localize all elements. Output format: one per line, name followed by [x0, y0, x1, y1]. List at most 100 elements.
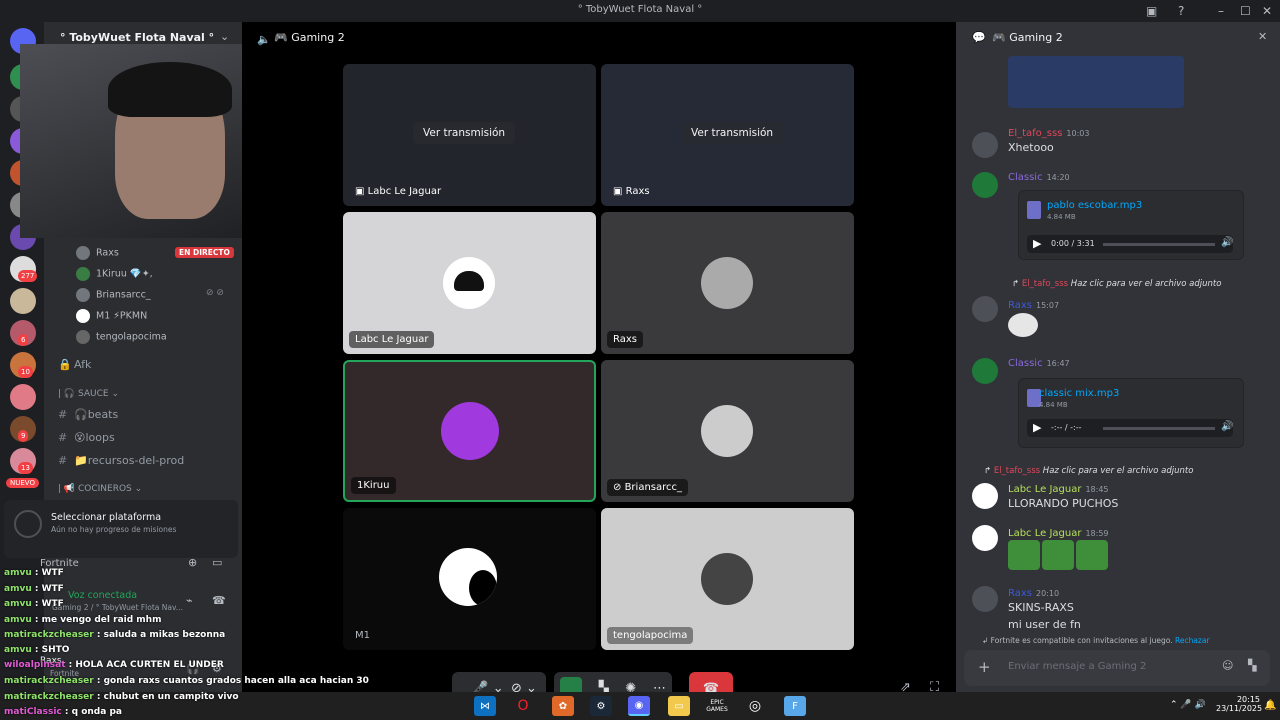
- username[interactable]: Labc Le Jaguar: [1008, 484, 1081, 495]
- play-icon[interactable]: ▶: [1033, 237, 1041, 250]
- lock-icon: 🔒: [58, 358, 72, 371]
- audio-seek[interactable]: [1103, 243, 1215, 246]
- pepe-emoji: [1008, 540, 1040, 570]
- participant-tile[interactable]: ⊘ Briansarcc_: [601, 360, 854, 502]
- fortnite-icon[interactable]: F: [784, 696, 806, 716]
- opera-icon[interactable]: O: [512, 696, 534, 716]
- steam-icon[interactable]: ⚙: [590, 696, 612, 716]
- file-size: 4.84 MB: [1047, 213, 1076, 221]
- participant-tile[interactable]: Raxs: [601, 212, 854, 354]
- username[interactable]: Classic: [1008, 358, 1043, 369]
- invite-notice: ↲ Fortnite es compatible con invitacione…: [982, 636, 1210, 645]
- hair: [108, 62, 232, 117]
- volume-icon[interactable]: 🔊: [1221, 421, 1233, 432]
- discord-icon[interactable]: ◉: [628, 696, 650, 716]
- troll-emoji: [1008, 313, 1038, 337]
- inbox-icon[interactable]: ▣: [1146, 4, 1157, 18]
- avatar: [972, 586, 998, 612]
- participant-tile[interactable]: M1: [343, 508, 596, 650]
- participant-tile[interactable]: Labc Le Jaguar: [343, 212, 596, 354]
- reply-preview[interactable]: ↱ El_tafo_sss Haz clic para ver el archi…: [984, 466, 1193, 476]
- username[interactable]: Raxs: [1008, 300, 1032, 311]
- clock[interactable]: 20:15 23/11/2025: [1216, 695, 1262, 713]
- voice-user[interactable]: tengolapocima: [76, 330, 167, 344]
- stream-label: ▣ Labc Le Jaguar: [355, 186, 442, 197]
- play-icon[interactable]: ▶: [1033, 421, 1041, 434]
- category-sauce[interactable]: | 🎧 SAUCE ⌄: [58, 389, 119, 399]
- watch-stream-button[interactable]: Ver transmisión: [413, 122, 516, 144]
- screen-icon[interactable]: ▭: [212, 556, 222, 569]
- avatar: [972, 525, 998, 551]
- voice-user[interactable]: 1Kiruu 💎✦,: [76, 267, 153, 281]
- fl-studio-icon[interactable]: ✿: [552, 696, 574, 716]
- volume-icon[interactable]: 🔊: [1221, 237, 1233, 248]
- audio-attachment: pablo escobar.mp3 4.84 MB ▶ 0:00 / 3:31 …: [1018, 190, 1244, 260]
- audio-time: 0:00 / 3:31: [1051, 239, 1095, 248]
- add-user-icon[interactable]: ⊕: [188, 556, 197, 569]
- category-cocineros[interactable]: | 📢 COCINEROS ⌄: [58, 484, 142, 494]
- maximize-button[interactable]: ☐: [1240, 4, 1251, 18]
- audio-seek[interactable]: [1103, 427, 1215, 430]
- tray-icons[interactable]: ⌃ 🎤 🔊: [1170, 700, 1206, 710]
- add-icon[interactable]: +: [978, 658, 991, 676]
- channel-loops[interactable]: # 😵loops: [58, 431, 115, 444]
- participant-name: M1: [355, 630, 370, 641]
- file-icon: [1027, 201, 1041, 219]
- voice-user[interactable]: Briansarcc_: [76, 288, 151, 302]
- watch-stream-button[interactable]: Ver transmisión: [681, 122, 784, 144]
- username[interactable]: El_tafo_sss: [1008, 128, 1062, 139]
- reply-preview[interactable]: ↱ El_tafo_sss Haz clic para ver el archi…: [1012, 279, 1221, 289]
- server-icon[interactable]: [10, 384, 36, 410]
- stream-chat-line: wiloalpinsat : HOLA ACA CURTEN EL UNDER: [4, 660, 224, 670]
- message-text: mi user de fn: [1008, 618, 1081, 631]
- participant-tile[interactable]: 1Kiruu: [343, 360, 596, 502]
- file-name[interactable]: pablo escobar.mp3: [1047, 200, 1142, 211]
- username[interactable]: Classic: [1008, 172, 1043, 183]
- stream-tile[interactable]: Ver transmisión ▣ Raxs: [601, 64, 854, 206]
- stream-chat-line: amvu : me vengo del raid mhm: [4, 615, 162, 625]
- speaker-icon: 🔈: [257, 33, 271, 46]
- voice-subtitle: Gaming 2 / ° TobyWuet Flota Nav...: [52, 603, 183, 612]
- username[interactable]: Labc Le Jaguar: [1008, 528, 1081, 539]
- stream-chat-line: amvu : SHTO: [4, 645, 70, 655]
- file-name[interactable]: classic mix.mp3: [1039, 388, 1119, 399]
- message-text: SKINS-RAXS: [1008, 601, 1074, 614]
- reject-link[interactable]: Rechazar: [1175, 636, 1210, 645]
- stream-label: ▣ Raxs: [613, 186, 650, 197]
- image-attachment[interactable]: [1008, 56, 1184, 108]
- avatar: [972, 358, 998, 384]
- obs-icon[interactable]: ◎: [744, 696, 766, 716]
- stream-tile[interactable]: Ver transmisión ▣ Labc Le Jaguar: [343, 64, 596, 206]
- live-badge: EN DIRECTO: [175, 247, 234, 258]
- chat-panel: 💬 🎮 Gaming 2 ✕ El_tafo_sss 10:03 Xhetooo …: [956, 22, 1280, 692]
- channel-afk[interactable]: 🔒 Afk: [58, 358, 91, 371]
- voice-user[interactable]: M1 ⚡PKMN: [76, 309, 147, 323]
- chevron-down-icon[interactable]: ⌄: [220, 30, 229, 43]
- apps-icon[interactable]: ▚: [1248, 659, 1256, 672]
- close-icon[interactable]: ✕: [1258, 30, 1267, 43]
- message-composer: + Enviar mensaje a Gaming 2 ☺ ▚: [964, 650, 1270, 686]
- quest-panel[interactable]: Seleccionar plataforma Aún no hay progre…: [4, 500, 238, 558]
- message-input[interactable]: Enviar mensaje a Gaming 2: [1008, 661, 1146, 672]
- voice-user[interactable]: Raxs: [76, 246, 119, 260]
- server-icon[interactable]: [10, 288, 36, 314]
- server-name[interactable]: ° TobyWuet Flota Naval °: [60, 31, 214, 44]
- disconnect-icon[interactable]: ☎: [212, 594, 226, 607]
- participant-tile[interactable]: tengolapocima: [601, 508, 854, 650]
- channel-recursos[interactable]: # 📁recursos-del-prod: [58, 454, 184, 467]
- folder-icon[interactable]: ▭: [668, 696, 690, 716]
- epic-games-icon[interactable]: EPIC GAMES: [706, 696, 728, 716]
- avatar: [972, 172, 998, 198]
- notification-icon[interactable]: 🔔: [1264, 700, 1276, 711]
- file-size: 4.84 MB: [1039, 401, 1068, 409]
- message-text: LLORANDO PUCHOS: [1008, 497, 1119, 510]
- channel-beats[interactable]: # 🎧beats: [58, 408, 118, 421]
- minimize-button[interactable]: –: [1218, 4, 1224, 18]
- emoji-icon[interactable]: ☺: [1222, 659, 1233, 672]
- stream-chat-line: matirackzcheaser : chubut en un campito …: [4, 692, 239, 702]
- noise-icon[interactable]: ⌁: [186, 594, 193, 607]
- vscode-icon[interactable]: ⋈: [474, 696, 496, 716]
- close-window-button[interactable]: ✕: [1262, 4, 1272, 18]
- username[interactable]: Raxs: [1008, 588, 1032, 599]
- help-icon[interactable]: ?: [1178, 4, 1184, 18]
